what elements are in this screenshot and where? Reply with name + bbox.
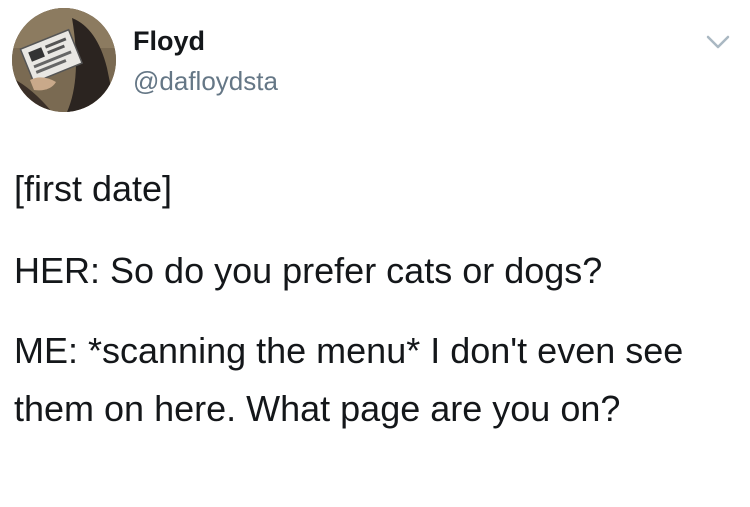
- tweet-text-line-first-date: [first date]: [14, 168, 173, 209]
- avatar-image: [12, 8, 116, 112]
- user-handle[interactable]: @dafloydsta: [133, 66, 278, 97]
- tweet-text-line-her: HER: So do you prefer cats or dogs?: [14, 250, 603, 291]
- tweet-card: Floyd @dafloydsta [first date] HER: So d…: [0, 0, 750, 507]
- avatar[interactable]: [12, 8, 116, 112]
- chevron-down-icon[interactable]: [704, 32, 732, 52]
- tweet-text-line-me: ME: *scanning the menu* I don't even see…: [14, 330, 684, 429]
- display-name[interactable]: Floyd: [133, 26, 205, 57]
